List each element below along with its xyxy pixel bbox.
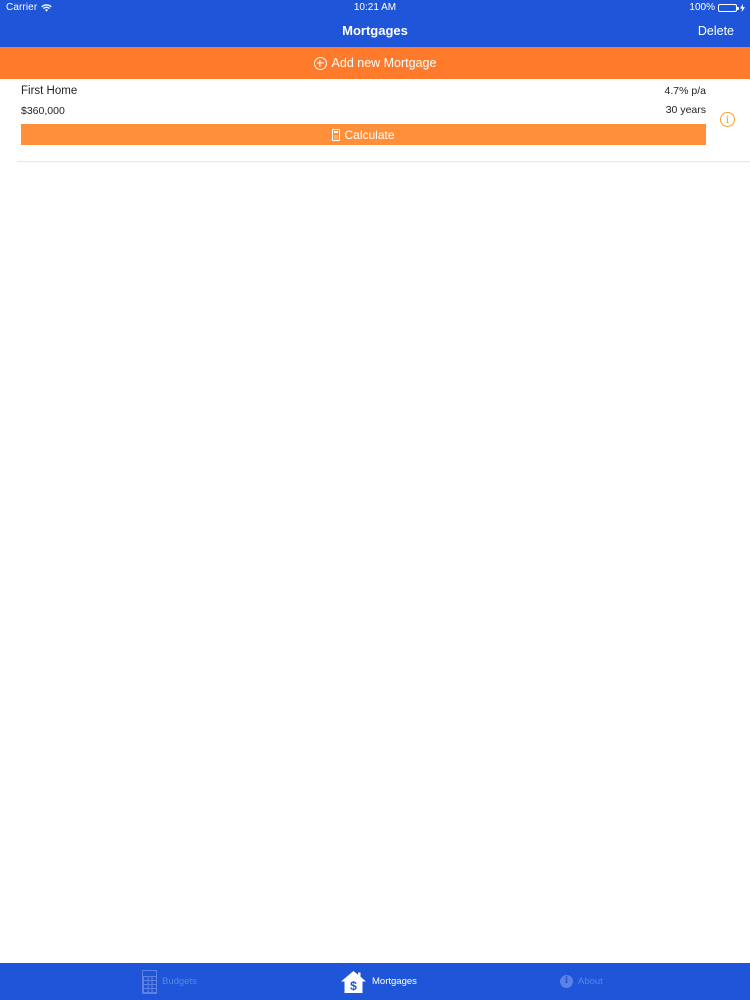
page-title: Mortgages bbox=[342, 23, 408, 38]
calculate-button[interactable]: Calculate bbox=[21, 124, 706, 145]
mortgage-term: 30 years bbox=[665, 104, 706, 116]
info-icon[interactable]: i bbox=[720, 112, 735, 127]
mortgage-name: First Home bbox=[21, 85, 78, 97]
mortgage-rate: 4.7% p/a bbox=[664, 85, 706, 97]
battery-percent: 100% bbox=[689, 2, 715, 13]
add-mortgage-label: Add new Mortgage bbox=[331, 56, 437, 70]
house-dollar-icon: $ bbox=[341, 970, 366, 993]
charging-bolt-icon bbox=[740, 3, 745, 12]
svg-text:$: $ bbox=[350, 979, 357, 993]
tab-bar: Budgets $ Mortgages i About bbox=[0, 963, 750, 1000]
calculate-label: Calculate bbox=[344, 127, 395, 142]
about-info-icon: i bbox=[560, 975, 573, 988]
tab-about-label: About bbox=[578, 976, 603, 987]
tab-about[interactable]: i About bbox=[560, 963, 603, 1000]
tab-mortgages[interactable]: $ Mortgages bbox=[340, 963, 417, 1000]
mortgage-amount: $360,000 bbox=[21, 105, 65, 117]
tab-budgets[interactable]: Budgets bbox=[142, 963, 197, 1000]
add-mortgage-button[interactable]: Add new Mortgage bbox=[0, 47, 750, 79]
delete-button[interactable]: Delete bbox=[698, 24, 734, 38]
mortgage-row[interactable]: First Home $360,000 4.7% p/a 30 years Ca… bbox=[17, 79, 750, 162]
top-bar: Carrier 10:21 AM 100% Mortgages Delete bbox=[0, 0, 750, 47]
calculator-icon bbox=[332, 128, 341, 141]
battery-icon bbox=[718, 3, 739, 12]
grid-icon bbox=[142, 969, 157, 994]
tab-mortgages-label: Mortgages bbox=[372, 976, 417, 987]
plus-circle-icon bbox=[313, 56, 327, 70]
tab-budgets-label: Budgets bbox=[162, 976, 197, 987]
status-battery: 100% bbox=[689, 2, 745, 13]
status-time: 10:21 AM bbox=[353, 2, 397, 13]
